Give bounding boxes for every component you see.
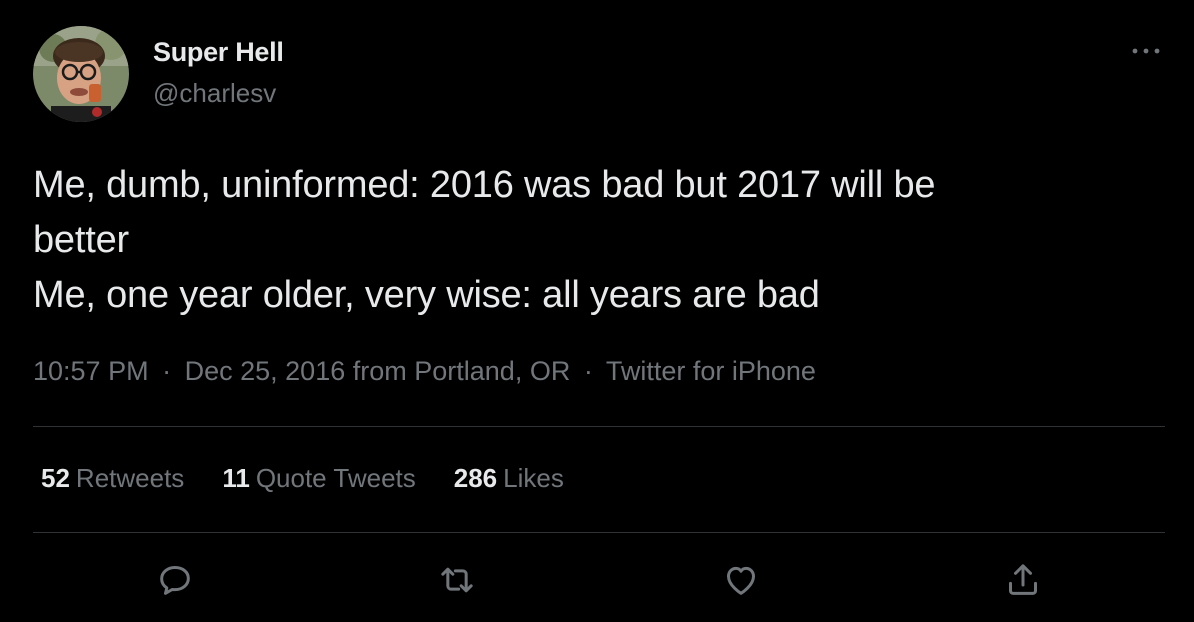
tweet-time[interactable]: 10:57 PM	[33, 356, 149, 386]
tweet-text-line: better	[33, 219, 129, 261]
tweet-detail: Super Hell @charlesv Me, dumb, uninforme…	[0, 0, 1194, 622]
meta-separator: ·	[162, 356, 172, 386]
quote-tweets-label: Quote Tweets	[255, 463, 416, 493]
share-icon	[1009, 564, 1037, 595]
tweet-client[interactable]: Twitter for iPhone	[606, 356, 816, 386]
tweet-location[interactable]: from Portland, OR	[353, 356, 571, 386]
avatar[interactable]	[33, 26, 129, 122]
retweets-label: Retweets	[75, 463, 185, 493]
retweets-stat[interactable]: 52 Retweets	[41, 463, 184, 494]
retweet-button[interactable]	[437, 560, 477, 600]
retweet-icon	[441, 567, 473, 593]
divider	[33, 532, 1165, 533]
more-icon[interactable]	[1124, 36, 1168, 66]
likes-stat[interactable]: 286 Likes	[454, 463, 564, 494]
reply-icon	[160, 566, 190, 595]
retweets-count: 52	[41, 463, 70, 493]
likes-label: Likes	[503, 463, 564, 493]
tweet-date[interactable]: Dec 25, 2016	[185, 356, 346, 386]
tweet-text-line: Me, one year older, very wise: all years…	[33, 274, 820, 316]
author-display-name[interactable]: Super Hell	[153, 37, 284, 68]
heart-icon	[727, 566, 755, 595]
divider	[33, 426, 1165, 427]
tweet-stats: 52 Retweets 11 Quote Tweets 286 Likes	[41, 463, 564, 494]
tweet-meta: 10:57 PM · Dec 25, 2016 from Portland, O…	[33, 356, 816, 387]
tweet-text: Me, dumb, uninformed: 2016 was bad but 2…	[33, 158, 1158, 323]
more-horizontal-icon	[1132, 48, 1160, 54]
likes-count: 286	[453, 463, 498, 493]
meta-separator: ·	[583, 356, 593, 386]
author-handle[interactable]: @charlesv	[153, 78, 276, 109]
quote-tweets-count: 11	[222, 463, 250, 493]
avatar-image	[33, 26, 129, 122]
share-button[interactable]	[1003, 560, 1043, 600]
quote-tweets-stat[interactable]: 11 Quote Tweets	[222, 463, 415, 494]
reply-button[interactable]	[155, 560, 195, 600]
like-button[interactable]	[721, 560, 761, 600]
tweet-text-line: Me, dumb, uninformed: 2016 was bad but 2…	[33, 164, 936, 206]
